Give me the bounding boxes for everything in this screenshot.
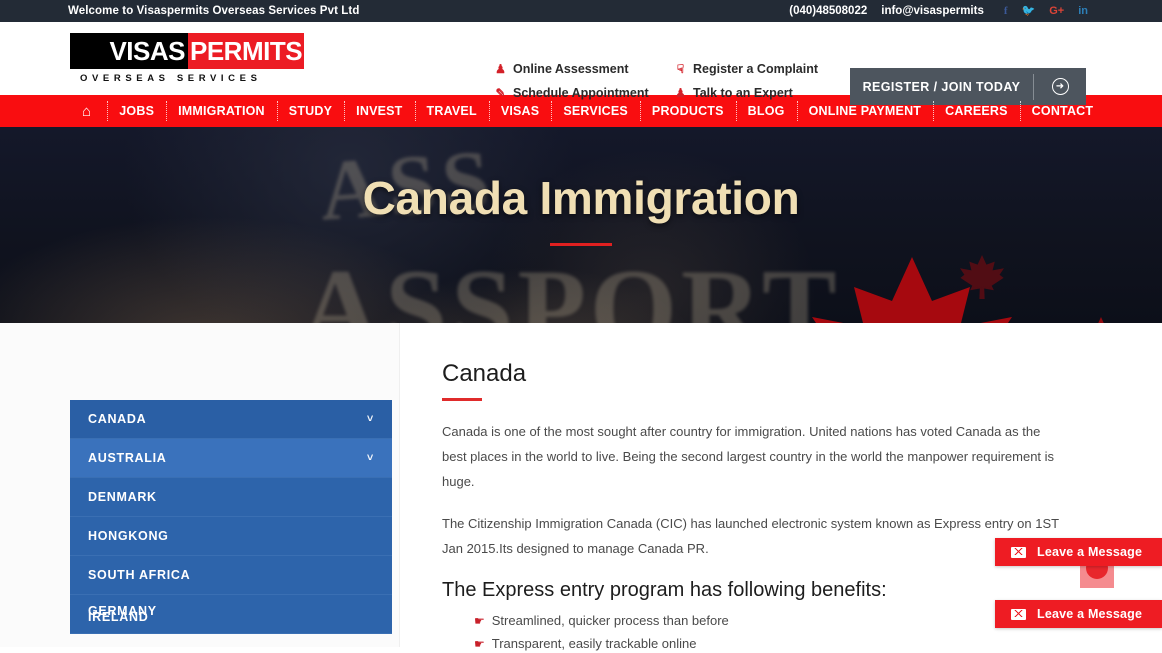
top-utility-bar: Welcome to Visaspermits Overseas Service… — [0, 0, 1162, 22]
pointing-hand-icon: ☛ — [474, 614, 485, 629]
maple-leaf-icon — [812, 257, 1012, 323]
chevron-down-icon[interactable]: ˅ — [367, 452, 374, 464]
topbar-contact-group: (040)48508022 info@visaspermits f 🐦 G+ i… — [789, 0, 1088, 22]
content-heading: Canada — [442, 360, 527, 387]
logo[interactable]: VISAS PERMITS OVERSEAS SERVICES — [70, 33, 310, 84]
envelope-icon — [1011, 546, 1026, 558]
sidebar-item-label: HONGKONG — [88, 529, 169, 543]
list-item-text: Streamlined, quicker process than before — [491, 613, 729, 629]
hero-background-text: ASSPORT — [300, 247, 841, 323]
leave-a-message-button[interactable]: Leave a Message — [995, 538, 1162, 566]
site-header: VISAS PERMITS OVERSEAS SERVICES ♟ Online… — [0, 22, 1162, 105]
hero-banner: ASSPORT ASS Canada Immigration — [0, 127, 1162, 323]
googleplus-icon[interactable]: G+ — [1049, 5, 1064, 17]
maple-leaf-icon — [960, 255, 1004, 299]
welcome-message: Welcome to Visaspermits Overseas Service… — [68, 5, 360, 17]
content-area: CANADA ˅ AUSTRALIA ˅ DENMARK HONGKONG SO… — [0, 323, 1162, 651]
user-icon: ♟ — [495, 62, 506, 76]
sidebar-item-australia[interactable]: AUSTRALIA ˅ — [70, 439, 392, 478]
nav-item-online-payment[interactable]: ONLINE PAYMENT — [796, 95, 934, 127]
linkedin-icon[interactable]: in — [1078, 5, 1088, 17]
arrow-right-icon: ➜ — [1051, 78, 1069, 95]
email-address[interactable]: info@visaspermits — [881, 5, 984, 17]
quicklink-online-assessment[interactable]: ♟ Online Assessment — [494, 62, 674, 76]
nav-item-blog[interactable]: BLOG — [735, 95, 797, 127]
social-links: f 🐦 G+ in — [1004, 5, 1088, 17]
page-title: Canada Immigration — [362, 172, 800, 224]
nav-item-services[interactable]: SERVICES — [551, 95, 640, 127]
nav-item-contact[interactable]: CONTACT — [1019, 95, 1106, 127]
logo-text-permits: PERMITS — [190, 36, 303, 66]
list-item: ☛ Transparent, easily trackable online — [474, 633, 1076, 653]
phone-number[interactable]: (040)48508022 — [789, 5, 867, 17]
facebook-icon[interactable]: f — [1004, 5, 1008, 17]
home-icon: ⌂ — [82, 102, 92, 120]
nav-item-visas[interactable]: VISAS — [488, 95, 552, 127]
sidebar-item-germany-ireland[interactable]: GERMANY IRELAND — [70, 595, 392, 634]
nav-item-home[interactable]: ⌂ — [70, 95, 107, 127]
sidebar-item-label-2: IRELAND — [88, 610, 149, 624]
sidebar-item-south-africa[interactable]: SOUTH AFRICA — [70, 556, 392, 595]
sidebar-item-label: CANADA — [88, 412, 147, 426]
logo-word-visas: VISAS — [70, 33, 188, 69]
chevron-down-icon[interactable]: ˅ — [367, 413, 374, 425]
nav-item-jobs[interactable]: JOBS — [107, 95, 166, 127]
nav-item-products[interactable]: PRODUCTS — [639, 95, 736, 127]
logo-word-permits: PERMITS — [188, 33, 304, 69]
benefits-heading: The Express entry program has following … — [442, 579, 887, 602]
list-item-text: Transparent, easily trackable online — [491, 635, 697, 651]
nav-item-invest[interactable]: INVEST — [344, 95, 414, 127]
sidebar-column: CANADA ˅ AUSTRALIA ˅ DENMARK HONGKONG SO… — [0, 323, 400, 647]
sidebar-item-label: DENMARK — [88, 490, 157, 504]
logo-wordmark: VISAS PERMITS — [70, 33, 304, 69]
nav-item-immigration[interactable]: IMMIGRATION — [166, 95, 277, 127]
sidebar-item-hongkong[interactable]: HONGKONG — [70, 517, 392, 556]
thumbs-down-icon: ☟ — [676, 62, 685, 76]
sidebar-item-label: SOUTH AFRICA — [88, 568, 191, 582]
main-navigation: ⌂ JOBS IMMIGRATION STUDY INVEST TRAVEL V… — [0, 95, 1162, 127]
benefits-list: ☛ Streamlined, quicker process than befo… — [442, 610, 1076, 653]
logo-text-visas: VISAS — [109, 36, 185, 66]
leave-a-message-widget-top: Leave a Message — [995, 538, 1162, 566]
leave-a-message-label: Leave a Message — [1037, 607, 1143, 621]
leave-a-message-button[interactable]: Leave a Message — [995, 600, 1162, 628]
envelope-icon — [1011, 608, 1026, 620]
title-underline — [550, 243, 612, 246]
hero-title-block: Canada Immigration — [0, 175, 1162, 246]
sidebar-item-label: AUSTRALIA — [88, 451, 167, 465]
quicklink-label: Register a Complaint — [693, 62, 819, 76]
logo-subtitle: OVERSEAS SERVICES — [80, 73, 262, 84]
leave-a-message-label: Leave a Message — [1037, 545, 1143, 559]
intro-paragraph-1: Canada is one of the most sought after c… — [442, 424, 1055, 490]
heading-underline — [442, 398, 482, 402]
nav-item-travel[interactable]: TRAVEL — [414, 95, 489, 127]
page-root: Welcome to Visaspermits Overseas Service… — [0, 0, 1162, 653]
twitter-icon[interactable]: 🐦 — [1022, 5, 1036, 17]
main-content: Canada Canada is one of the most sought … — [400, 323, 1162, 651]
register-button-label: REGISTER / JOIN TODAY — [862, 79, 1021, 94]
quicklink-register-complaint[interactable]: ☟ Register a Complaint — [674, 62, 818, 76]
nav-item-study[interactable]: STUDY — [276, 95, 344, 127]
nav-item-careers[interactable]: CAREERS — [933, 95, 1020, 127]
pointing-hand-icon: ☛ — [474, 636, 485, 651]
register-button-arrow: ➜ — [1034, 78, 1086, 95]
sidebar-item-canada[interactable]: CANADA ˅ — [70, 400, 392, 439]
country-menu: CANADA ˅ AUSTRALIA ˅ DENMARK HONGKONG SO… — [70, 400, 392, 634]
list-item: ☛ Streamlined, quicker process than befo… — [474, 610, 1076, 633]
leave-a-message-widget-bottom: Leave a Message — [995, 600, 1162, 628]
quicklink-label: Online Assessment — [513, 62, 629, 76]
sidebar-item-denmark[interactable]: DENMARK — [70, 478, 392, 517]
intro-paragraph-2: The Citizenship Immigration Canada (CIC)… — [442, 516, 1059, 557]
